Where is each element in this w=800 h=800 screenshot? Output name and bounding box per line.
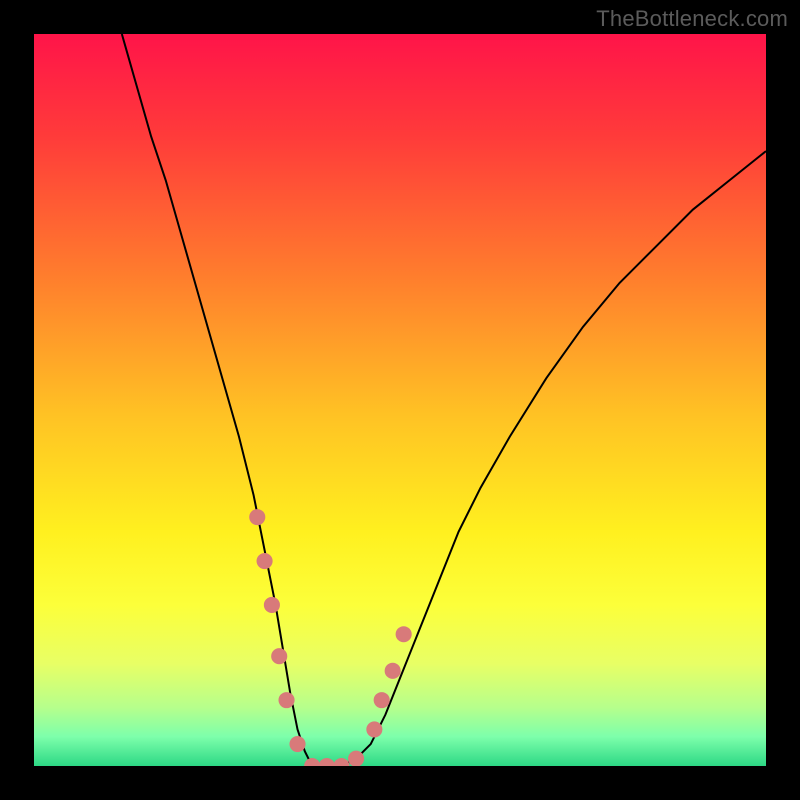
curve-layer	[34, 34, 766, 766]
highlight-dot	[289, 736, 305, 752]
highlight-dot	[374, 692, 390, 708]
highlight-dot	[319, 758, 335, 766]
highlight-dot	[264, 597, 280, 613]
highlight-dot	[396, 626, 412, 642]
highlight-dot	[278, 692, 294, 708]
highlight-dot	[333, 758, 349, 766]
highlight-dot	[304, 758, 320, 766]
highlight-dot	[385, 663, 401, 679]
highlight-dot	[348, 751, 364, 766]
chart-frame: TheBottleneck.com	[0, 0, 800, 800]
highlight-dot	[271, 648, 287, 664]
highlight-dot	[249, 509, 265, 525]
plot-area	[34, 34, 766, 766]
highlight-dot	[366, 721, 382, 737]
watermark-label: TheBottleneck.com	[596, 6, 788, 32]
bottleneck-curve	[122, 34, 766, 766]
highlight-dot	[257, 553, 273, 569]
highlight-dots	[249, 509, 412, 766]
